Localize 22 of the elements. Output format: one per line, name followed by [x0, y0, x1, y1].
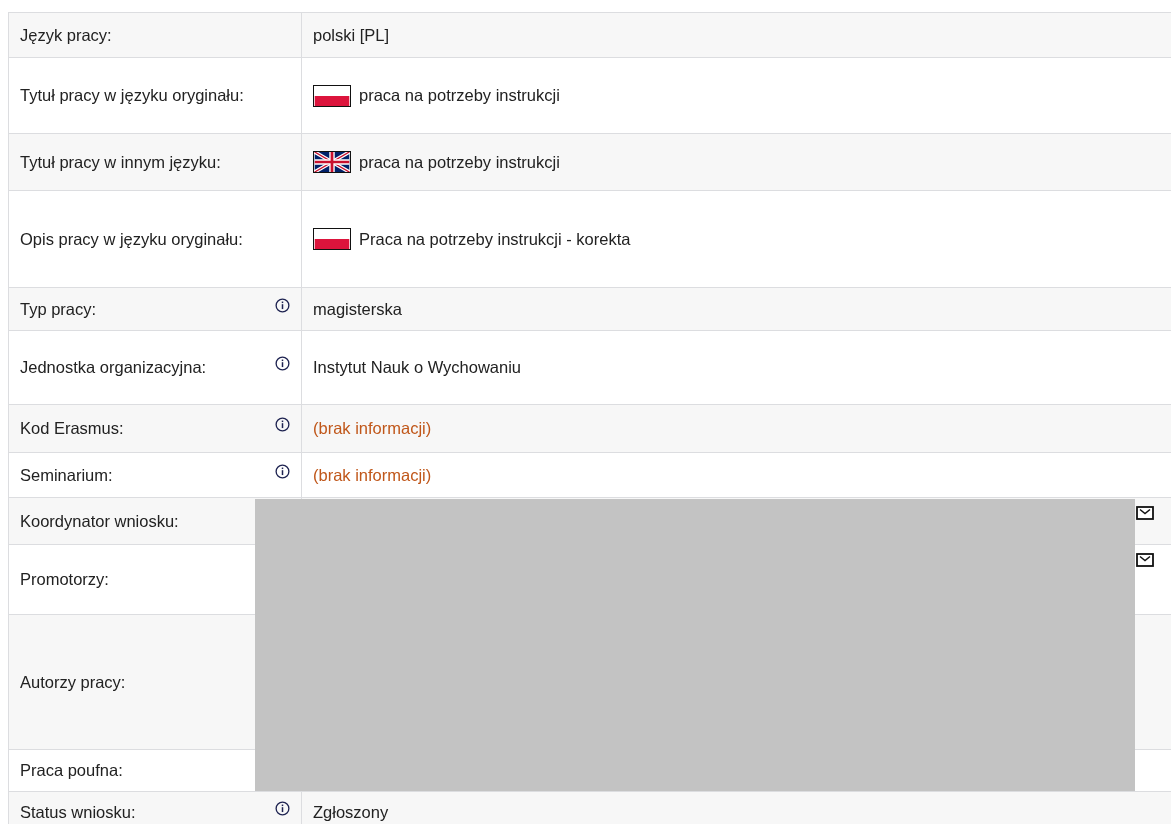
field-label: Seminarium:	[20, 464, 113, 486]
field-label: Jednostka organizacyjna:	[20, 357, 207, 379]
field-label: Status wniosku:	[20, 801, 136, 823]
field-value: polski [PL]	[313, 24, 390, 46]
field-value: Instytut Nauk o Wychowaniu	[313, 357, 522, 379]
field-label: Język pracy:	[20, 24, 112, 46]
field-value: Praca na potrzeby instrukcji - korekta	[359, 228, 631, 250]
field-label: Tytuł pracy w języku oryginału:	[20, 85, 244, 107]
field-value: magisterska	[313, 298, 402, 320]
field-label: Opis pracy w języku oryginału:	[20, 228, 243, 250]
field-label: Autorzy pracy:	[20, 671, 126, 693]
field-label: Typ pracy:	[20, 298, 97, 320]
field-label: Koordynator wniosku:	[20, 510, 179, 532]
field-value: praca na potrzeby instrukcji	[359, 151, 560, 173]
field-value: (brak informacji)	[313, 464, 432, 486]
field-value: Zgłoszony	[313, 801, 389, 823]
field-label: Tytuł pracy w innym języku:	[20, 151, 221, 173]
field-value: (brak informacji)	[313, 418, 432, 440]
field-value: praca na potrzeby instrukcji	[359, 85, 560, 107]
field-label: Praca poufna:	[20, 760, 123, 781]
field-label: Kod Erasmus:	[20, 418, 124, 440]
field-label: Promotorzy:	[20, 569, 109, 591]
